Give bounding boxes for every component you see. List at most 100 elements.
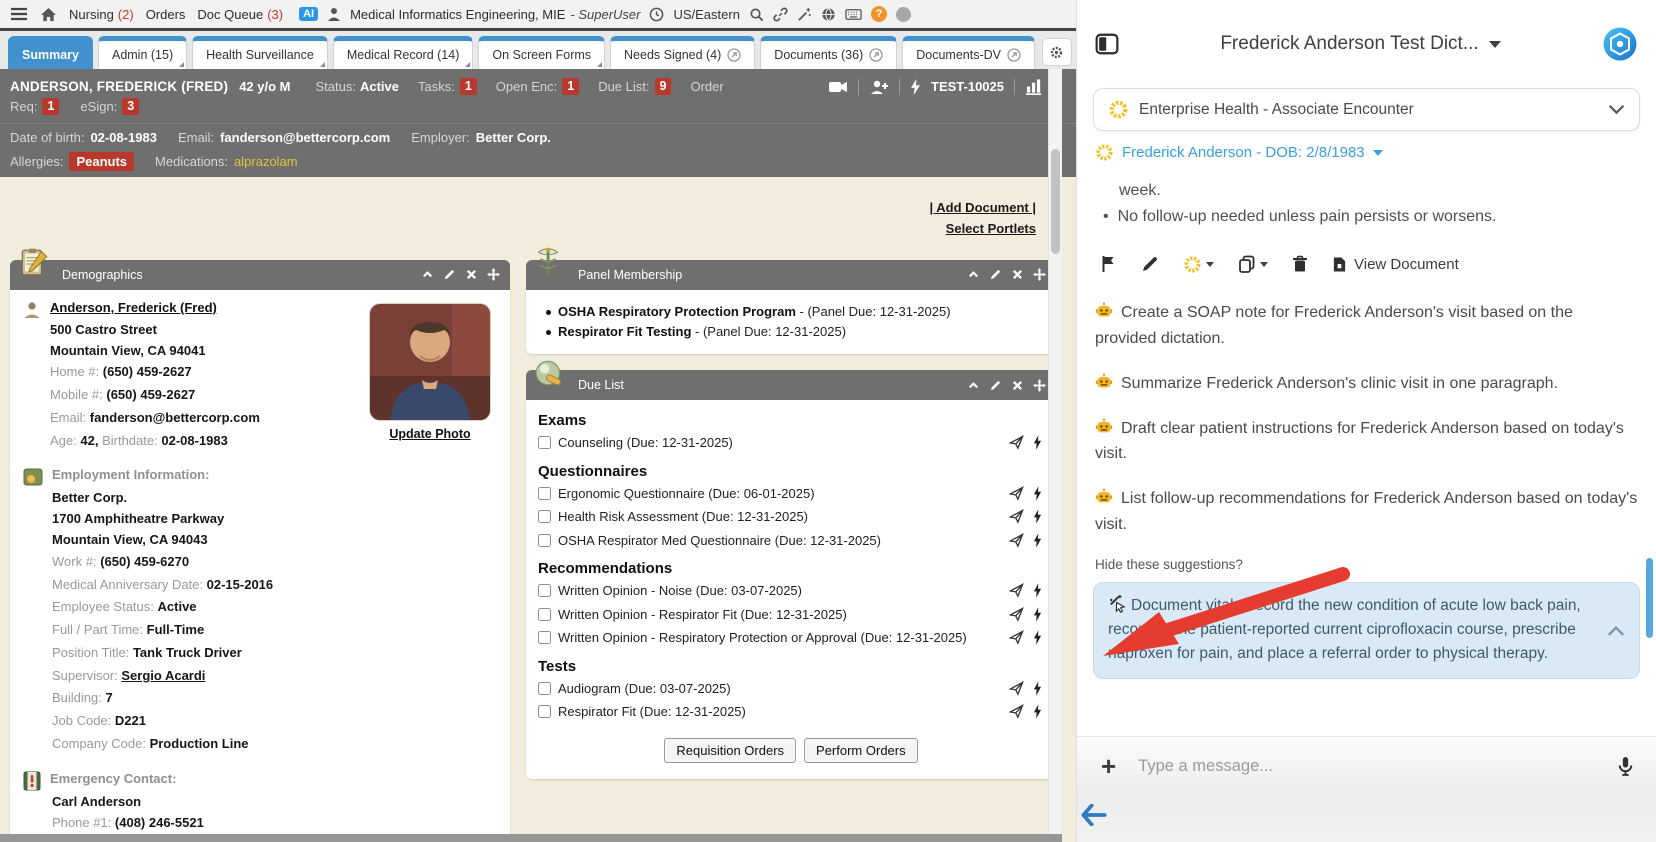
edit-icon[interactable]	[989, 379, 1002, 392]
keyboard-icon[interactable]	[845, 9, 862, 20]
due-item-checkbox[interactable]	[538, 534, 551, 547]
highlighted-suggestion[interactable]: Document vitals, record the new conditio…	[1093, 582, 1640, 679]
req-count-badge[interactable]: 1	[42, 98, 59, 115]
perform-now-icon[interactable]	[1033, 533, 1042, 548]
perform-now-icon[interactable]	[1033, 435, 1042, 450]
lightning-icon[interactable]	[910, 79, 921, 95]
panel-membership-header[interactable]: Panel Membership	[526, 260, 1056, 290]
copy-menu-button[interactable]	[1238, 255, 1268, 273]
due-item-checkbox[interactable]	[538, 487, 551, 500]
select-portlets-link[interactable]: Select Portlets	[0, 218, 1036, 239]
send-order-icon[interactable]	[1009, 583, 1024, 598]
suggestion-item[interactable]: Create a SOAP note for Frederick Anderso…	[1095, 300, 1638, 352]
suggestion-item[interactable]: Summarize Frederick Anderson's clinic vi…	[1095, 371, 1638, 397]
requisition-orders-button[interactable]: Requisition Orders	[664, 738, 796, 763]
collapse-icon[interactable]	[967, 268, 980, 281]
patient-context-selector[interactable]: Frederick Anderson - DOB: 2/8/1983	[1095, 143, 1638, 162]
tab-documents-dv[interactable]: Documents-DV	[902, 36, 1035, 69]
move-icon[interactable]	[1033, 379, 1046, 392]
edit-icon[interactable]	[989, 268, 1002, 281]
perform-now-icon[interactable]	[1033, 630, 1042, 645]
tab-needs-signed[interactable]: Needs Signed (4)	[610, 36, 755, 69]
menu-icon[interactable]	[10, 7, 28, 21]
suggestion-item[interactable]: List follow-up recommendations for Frede…	[1095, 486, 1638, 538]
send-order-icon[interactable]	[1009, 704, 1024, 719]
due-item-checkbox[interactable]	[538, 682, 551, 695]
send-order-icon[interactable]	[1009, 681, 1024, 696]
tab-medical-record[interactable]: Medical Record (14)	[333, 36, 474, 69]
send-order-icon[interactable]	[1009, 630, 1024, 645]
medications-value[interactable]: alprazolam	[234, 154, 298, 169]
wand-icon[interactable]	[797, 7, 812, 22]
send-order-icon[interactable]	[1009, 533, 1024, 548]
demographics-portlet-header[interactable]: Demographics	[10, 260, 510, 290]
tab-health-surveillance[interactable]: Health Surveillance	[192, 36, 328, 69]
supervisor-link[interactable]: Sergio Acardi	[121, 668, 205, 683]
due-item-checkbox[interactable]	[538, 631, 551, 644]
home-icon[interactable]	[40, 7, 57, 22]
vertical-scrollbar[interactable]	[1048, 69, 1062, 842]
send-order-icon[interactable]	[1009, 607, 1024, 622]
patient-name-link[interactable]: Anderson, Frederick (Fred)	[50, 300, 217, 315]
due-list-count-badge[interactable]: 9	[655, 78, 672, 95]
edit-icon[interactable]	[443, 268, 456, 281]
suggestion-item[interactable]: Draft clear patient instructions for Fre…	[1095, 416, 1638, 468]
due-item-checkbox[interactable]	[538, 608, 551, 621]
collapse-panel-arrow[interactable]	[1081, 804, 1107, 826]
view-document-button[interactable]: View Document	[1332, 256, 1459, 273]
tab-on-screen-forms[interactable]: On Screen Forms	[478, 36, 605, 69]
close-icon[interactable]	[1011, 379, 1024, 392]
add-person-icon[interactable]	[869, 79, 889, 95]
collapse-icon[interactable]	[967, 379, 980, 392]
move-icon[interactable]	[487, 268, 500, 281]
perform-now-icon[interactable]	[1033, 509, 1042, 524]
clock-icon[interactable]	[649, 7, 664, 22]
ai-badge[interactable]: AI	[299, 7, 318, 21]
send-order-icon[interactable]	[1009, 486, 1024, 501]
tab-summary[interactable]: Summary	[8, 36, 93, 69]
sun-menu-button[interactable]	[1183, 255, 1214, 274]
account-name[interactable]: Medical Informatics Engineering, MIE	[350, 7, 565, 22]
update-photo-link[interactable]: Update Photo	[389, 427, 470, 441]
globe-icon[interactable]	[821, 7, 836, 22]
encounter-selector[interactable]: Enterprise Health - Associate Encounter	[1093, 88, 1640, 131]
close-icon[interactable]	[465, 268, 478, 281]
perform-orders-button[interactable]: Perform Orders	[804, 738, 918, 763]
flag-icon[interactable]	[1101, 255, 1117, 273]
due-item-checkbox[interactable]	[538, 584, 551, 597]
nav-item-orders[interactable]: Orders	[146, 7, 186, 22]
move-icon[interactable]	[1033, 268, 1046, 281]
collapse-chevron-icon[interactable]	[1607, 625, 1625, 636]
chart-stats-icon[interactable]	[1025, 78, 1044, 95]
add-document-link[interactable]: | Add Document |	[0, 197, 1036, 218]
help-icon[interactable]: ?	[871, 6, 887, 22]
send-order-icon[interactable]	[1009, 509, 1024, 524]
search-icon[interactable]	[749, 7, 764, 22]
perform-now-icon[interactable]	[1033, 704, 1042, 719]
edit-pencil-icon[interactable]	[1141, 255, 1159, 273]
collapse-icon[interactable]	[421, 268, 434, 281]
external-link-icon[interactable]	[1007, 48, 1021, 62]
due-list-header[interactable]: Due List	[526, 370, 1056, 400]
trash-icon[interactable]	[1292, 255, 1308, 273]
tasks-count-badge[interactable]: 1	[460, 78, 477, 95]
external-link-icon[interactable]	[869, 48, 883, 62]
due-item-checkbox[interactable]	[538, 510, 551, 523]
link-icon[interactable]	[773, 7, 788, 22]
conversation-selector[interactable]: Frederick Anderson Test Dict...	[1119, 33, 1602, 55]
perform-now-icon[interactable]	[1033, 607, 1042, 622]
external-link-icon[interactable]	[727, 48, 741, 62]
message-input[interactable]	[1138, 757, 1595, 776]
scrollbar-thumb[interactable]	[1051, 149, 1060, 254]
due-item-checkbox[interactable]	[538, 436, 551, 449]
allergy-badge[interactable]: Peanuts	[69, 152, 134, 171]
assistant-logo[interactable]	[1602, 26, 1638, 62]
perform-now-icon[interactable]	[1033, 583, 1042, 598]
video-camera-icon[interactable]	[828, 80, 848, 94]
perform-now-icon[interactable]	[1033, 486, 1042, 501]
attach-plus-button[interactable]: +	[1101, 753, 1116, 779]
nav-item-doc-queue[interactable]: Doc Queue(3)	[197, 7, 283, 22]
open-enc-count-badge[interactable]: 1	[562, 78, 579, 95]
close-icon[interactable]	[1011, 268, 1024, 281]
due-item-checkbox[interactable]	[538, 705, 551, 718]
